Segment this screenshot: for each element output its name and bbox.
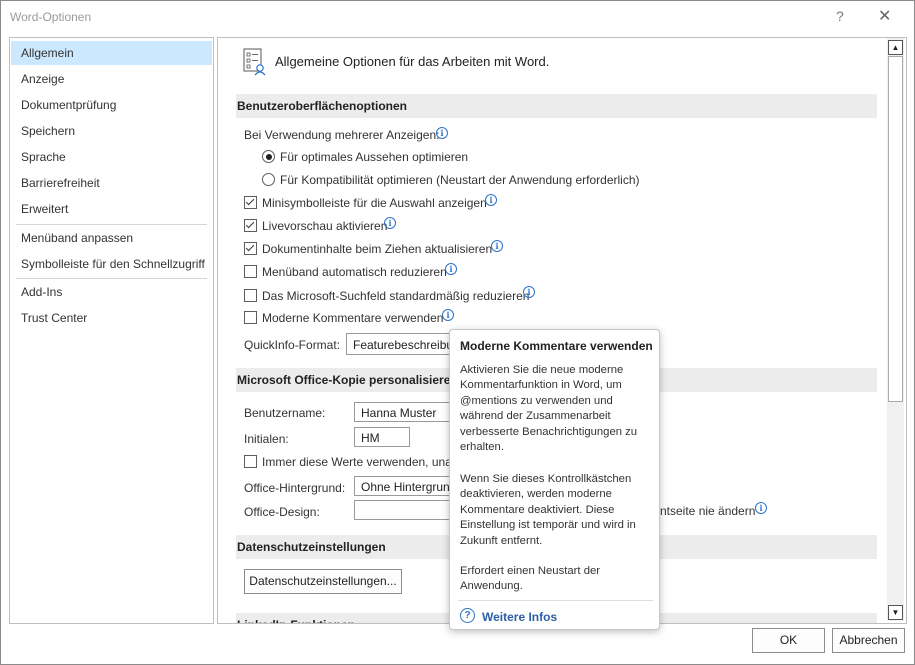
cancel-button[interactable]: Abbrechen <box>832 628 905 653</box>
nav-item-sprache[interactable]: Sprache <box>11 145 212 169</box>
radio-optimal-appearance[interactable] <box>262 150 275 163</box>
ok-button[interactable]: OK <box>752 628 825 653</box>
learn-more-link[interactable]: Weitere Infos <box>482 610 557 624</box>
title-bar: Word-Optionen ? ✕ <box>0 0 913 34</box>
help-question-icon[interactable]: ? <box>460 608 475 623</box>
quickinfo-select[interactable]: Featurebeschreibu <box>346 333 456 355</box>
checkbox-collapse-ribbon[interactable] <box>244 265 257 278</box>
tooltip-title: Moderne Kommentare verwenden <box>460 339 653 353</box>
nav-item-erweitert[interactable]: Erweitert <box>11 197 212 221</box>
nav-item-add-ins[interactable]: Add-Ins <box>11 280 212 304</box>
checkbox-mini-toolbar-label[interactable]: Minisymbolleiste für die Auswahl anzeige… <box>262 196 487 210</box>
help-button[interactable]: ? <box>836 8 844 24</box>
checkbox-update-drag[interactable] <box>244 242 257 255</box>
checkbox-live-preview-label[interactable]: Livevorschau aktivieren <box>262 219 387 233</box>
initials-input[interactable]: HM <box>354 427 410 447</box>
info-icon[interactable]: i <box>491 240 503 252</box>
tooltip-paragraph: Erfordert einen Neustart der Anwendung. <box>460 565 601 593</box>
initials-label: Initialen: <box>244 432 289 446</box>
close-button[interactable]: ✕ <box>878 6 891 26</box>
category-list: Allgemein Anzeige Dokumentprüfung Speich… <box>9 37 214 624</box>
tooltip-divider <box>458 600 653 601</box>
quickinfo-label: QuickInfo-Format: <box>244 338 341 352</box>
info-icon[interactable]: i <box>442 309 454 321</box>
username-input[interactable]: Hanna Muster <box>354 402 454 422</box>
office-background-select[interactable]: Ohne Hintergrun <box>354 476 454 496</box>
options-header-icon <box>242 48 268 76</box>
modern-comments-tooltip: Moderne Kommentare verwenden Aktivieren … <box>449 329 660 630</box>
office-design-option-label[interactable]: ntseite nie ändern <box>660 504 755 518</box>
info-icon[interactable]: i <box>436 127 448 139</box>
nav-item-speichern[interactable]: Speichern <box>11 119 212 143</box>
checkbox-collapse-ribbon-label[interactable]: Menüband automatisch reduzieren <box>262 265 447 279</box>
info-icon[interactable]: i <box>384 217 396 229</box>
checkbox-collapse-search[interactable] <box>244 289 257 302</box>
username-label: Benutzername: <box>244 406 326 420</box>
multi-display-label: Bei Verwendung mehrerer Anzeigen: <box>244 128 440 142</box>
scroll-down-arrow-icon[interactable]: ▼ <box>888 605 903 620</box>
checkbox-always-values[interactable] <box>244 455 257 468</box>
nav-item-menueband-anpassen[interactable]: Menüband anpassen <box>11 226 212 250</box>
nav-divider <box>16 278 207 279</box>
nav-divider <box>16 224 207 225</box>
checkbox-live-preview[interactable] <box>244 219 257 232</box>
checkbox-collapse-search-label[interactable]: Das Microsoft-Suchfeld standardmäßig red… <box>262 289 529 303</box>
nav-item-anzeige[interactable]: Anzeige <box>11 67 212 91</box>
section-ui-options: Benutzeroberflächenoptionen <box>236 94 877 118</box>
nav-item-trust-center[interactable]: Trust Center <box>11 306 212 330</box>
window-title: Word-Optionen <box>10 10 92 24</box>
info-icon[interactable]: i <box>523 286 535 298</box>
checkbox-always-values-label[interactable]: Immer diese Werte verwenden, unab <box>262 455 459 469</box>
info-icon[interactable]: i <box>445 263 457 275</box>
radio-compatibility-label[interactable]: Für Kompatibilität optimieren (Neustart … <box>280 173 640 187</box>
office-design-label: Office-Design: <box>244 505 320 519</box>
office-design-select[interactable] <box>354 500 454 520</box>
nav-item-schnellzugriff[interactable]: Symbolleiste für den Schnellzugriff <box>11 252 212 276</box>
privacy-settings-button[interactable]: Datenschutzeinstellungen... <box>244 569 402 594</box>
scrollbar-thumb[interactable] <box>888 56 903 402</box>
scroll-up-arrow-icon[interactable]: ▲ <box>888 40 903 55</box>
checkbox-modern-comments-label[interactable]: Moderne Kommentare verwenden <box>262 311 443 325</box>
checkbox-update-drag-label[interactable]: Dokumentinhalte beim Ziehen aktualisiere… <box>262 242 492 256</box>
nav-item-barrierefreiheit[interactable]: Barrierefreiheit <box>11 171 212 195</box>
office-background-label: Office-Hintergrund: <box>244 481 346 495</box>
nav-item-allgemein[interactable]: Allgemein <box>11 41 212 65</box>
options-header-title: Allgemeine Optionen für das Arbeiten mit… <box>275 54 550 69</box>
tooltip-paragraph: Wenn Sie dieses Kontrollkästchen deaktiv… <box>460 473 636 547</box>
checkbox-mini-toolbar[interactable] <box>244 196 257 209</box>
info-icon[interactable]: i <box>485 194 497 206</box>
tooltip-paragraph: Aktivieren Sie die neue moderne Kommenta… <box>460 364 638 454</box>
radio-compatibility[interactable] <box>262 173 275 186</box>
radio-optimal-label[interactable]: Für optimales Aussehen optimieren <box>280 150 468 164</box>
info-icon[interactable]: i <box>755 502 767 514</box>
checkbox-modern-comments[interactable] <box>244 311 257 324</box>
nav-item-dokumentpruefung[interactable]: Dokumentprüfung <box>11 93 212 117</box>
